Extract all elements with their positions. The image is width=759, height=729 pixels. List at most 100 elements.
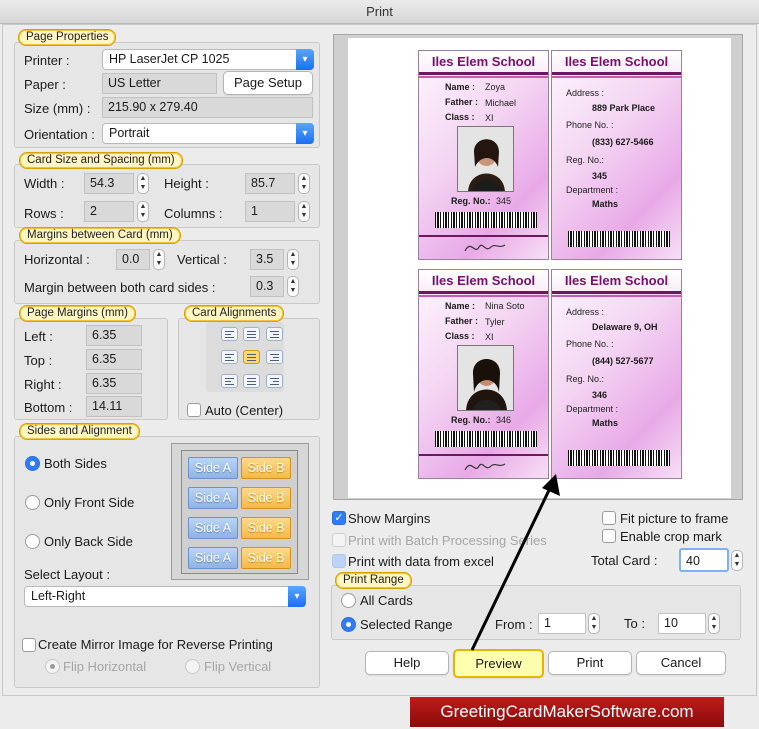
both-sides-label: Both Sides <box>44 456 107 471</box>
vertical-input[interactable]: 3.5 <box>250 249 284 270</box>
card-school-name: Iles Elem School <box>552 270 681 292</box>
auto-center-checkbox[interactable] <box>187 403 201 417</box>
horizontal-input[interactable]: 0.0 <box>116 249 150 270</box>
align-top-left-icon[interactable] <box>221 327 238 341</box>
card-reg-label: Reg. No.: <box>451 196 491 206</box>
layout-value: Left-Right <box>31 589 86 603</box>
align-bottom-center-icon[interactable] <box>243 374 260 388</box>
chevron-down-icon: ▾ <box>296 123 314 144</box>
horizontal-stepper[interactable]: ▲ ▼ <box>153 249 165 270</box>
orientation-select[interactable]: Portrait ▾ <box>102 123 314 144</box>
orientation-label: Orientation : <box>24 127 95 142</box>
both-sides-radio[interactable] <box>25 456 40 471</box>
rows-input[interactable]: 2 <box>84 201 134 222</box>
layout-select[interactable]: Left-Right ▾ <box>24 586 306 607</box>
horizontal-label: Horizontal : <box>24 252 90 267</box>
back-only-radio[interactable] <box>25 534 40 549</box>
flip-horizontal-radio[interactable] <box>45 659 60 674</box>
vertical-stepper[interactable]: ▲ ▼ <box>287 249 299 270</box>
right-margin-label: Right : <box>24 377 62 392</box>
chevron-down-icon: ▾ <box>296 49 314 70</box>
card-alignments-title: Card Alignments <box>184 305 285 322</box>
printer-select[interactable]: HP LaserJet CP 1025 ▾ <box>102 49 314 70</box>
card-front: Iles Elem School Name : Nina Soto Father… <box>418 269 549 479</box>
all-cards-radio[interactable] <box>341 593 356 608</box>
total-card-label: Total Card : <box>591 553 658 568</box>
size-label: Size (mm) : <box>24 101 91 116</box>
top-margin-label: Top : <box>24 353 53 368</box>
signature-icon <box>464 244 506 252</box>
align-middle-right-icon[interactable] <box>266 350 283 364</box>
card-dept-label: Department : <box>566 404 619 414</box>
columns-label: Columns : <box>164 206 223 221</box>
align-top-right-icon[interactable] <box>266 327 283 341</box>
right-margin-input[interactable]: 6.35 <box>86 373 142 394</box>
page-margins-title: Page Margins (mm) <box>19 305 136 322</box>
bottom-margin-label: Bottom : <box>24 400 73 415</box>
align-top-center-icon[interactable] <box>243 327 260 341</box>
bottom-margin-input[interactable]: 14.11 <box>86 396 142 417</box>
card-back-reg-label: Reg. No.: <box>566 155 605 165</box>
card-class-label: Class : <box>445 331 475 341</box>
card-back-reg-value: 345 <box>592 171 608 181</box>
columns-input[interactable]: 1 <box>245 201 295 222</box>
total-card-stepper[interactable]: ▲ ▼ <box>731 550 743 571</box>
watermark-banner: GreetingCardMakerSoftware.com <box>410 697 724 727</box>
both-sides-margin-input[interactable]: 0.3 <box>250 276 284 297</box>
margins-between-title: Margins between Card (mm) <box>19 227 181 244</box>
to-label: To : <box>624 616 645 631</box>
annotation-arrow-icon <box>470 474 560 651</box>
orientation-value: Portrait <box>109 126 150 140</box>
left-margin-input[interactable]: 6.35 <box>86 325 142 346</box>
flip-horizontal-label: Flip Horizontal <box>63 659 147 674</box>
help-button[interactable]: Help <box>365 651 449 675</box>
barcode-icon <box>568 231 670 247</box>
card-dept-label: Department : <box>566 185 619 195</box>
side-a-tile: Side A <box>188 457 238 479</box>
total-card-input[interactable]: 40 <box>679 548 729 572</box>
width-stepper[interactable]: ▲ ▼ <box>137 173 149 194</box>
all-cards-label: All Cards <box>360 593 413 608</box>
back-only-label: Only Back Side <box>44 534 133 549</box>
align-middle-left-icon[interactable] <box>221 350 238 364</box>
align-bottom-left-icon[interactable] <box>221 374 238 388</box>
height-input[interactable]: 85.7 <box>245 173 295 194</box>
show-margins-checkbox[interactable]: ✓ <box>332 511 346 525</box>
align-middle-center-icon[interactable] <box>243 350 260 364</box>
card-name-label: Name : <box>445 301 476 311</box>
card-school-name: Iles Elem School <box>552 51 681 73</box>
print-excel-checkbox[interactable] <box>332 554 346 568</box>
flip-vertical-radio[interactable] <box>185 659 200 674</box>
width-label: Width : <box>24 176 65 191</box>
card-address-label: Address : <box>566 88 605 98</box>
card-father-label: Father : <box>445 97 479 107</box>
fit-picture-checkbox[interactable] <box>602 511 616 525</box>
left-margin-label: Left : <box>24 329 53 344</box>
print-range-title: Print Range <box>335 572 412 589</box>
selected-range-radio[interactable] <box>341 617 356 632</box>
front-only-radio[interactable] <box>25 495 40 510</box>
batch-processing-checkbox[interactable] <box>332 533 346 547</box>
height-label: Height : <box>164 176 209 191</box>
side-b-tile: Side B <box>241 547 291 569</box>
both-sides-margin-stepper[interactable]: ▲ ▼ <box>287 276 299 297</box>
page-setup-button[interactable]: Page Setup <box>223 71 313 95</box>
mirror-image-label: Create Mirror Image for Reverse Printing <box>38 637 273 652</box>
side-a-tile: Side A <box>188 517 238 539</box>
card-address-value: 889 Park Place <box>592 103 656 113</box>
columns-stepper[interactable]: ▲ ▼ <box>298 201 310 222</box>
mirror-image-checkbox[interactable] <box>22 638 36 652</box>
to-stepper[interactable]: ▲ ▼ <box>708 613 720 634</box>
height-stepper[interactable]: ▲ ▼ <box>298 173 310 194</box>
from-stepper[interactable]: ▲ ▼ <box>588 613 600 634</box>
side-b-tile: Side B <box>241 487 291 509</box>
side-b-tile: Side B <box>241 457 291 479</box>
width-input[interactable]: 54.3 <box>84 173 134 194</box>
cancel-button[interactable]: Cancel <box>636 651 726 675</box>
card-name-label: Name : <box>445 82 476 92</box>
top-margin-input[interactable]: 6.35 <box>86 349 142 370</box>
rows-stepper[interactable]: ▲ ▼ <box>137 201 149 222</box>
to-input[interactable]: 10 <box>658 613 706 634</box>
align-bottom-right-icon[interactable] <box>266 374 283 388</box>
crop-mark-checkbox[interactable] <box>602 529 616 543</box>
